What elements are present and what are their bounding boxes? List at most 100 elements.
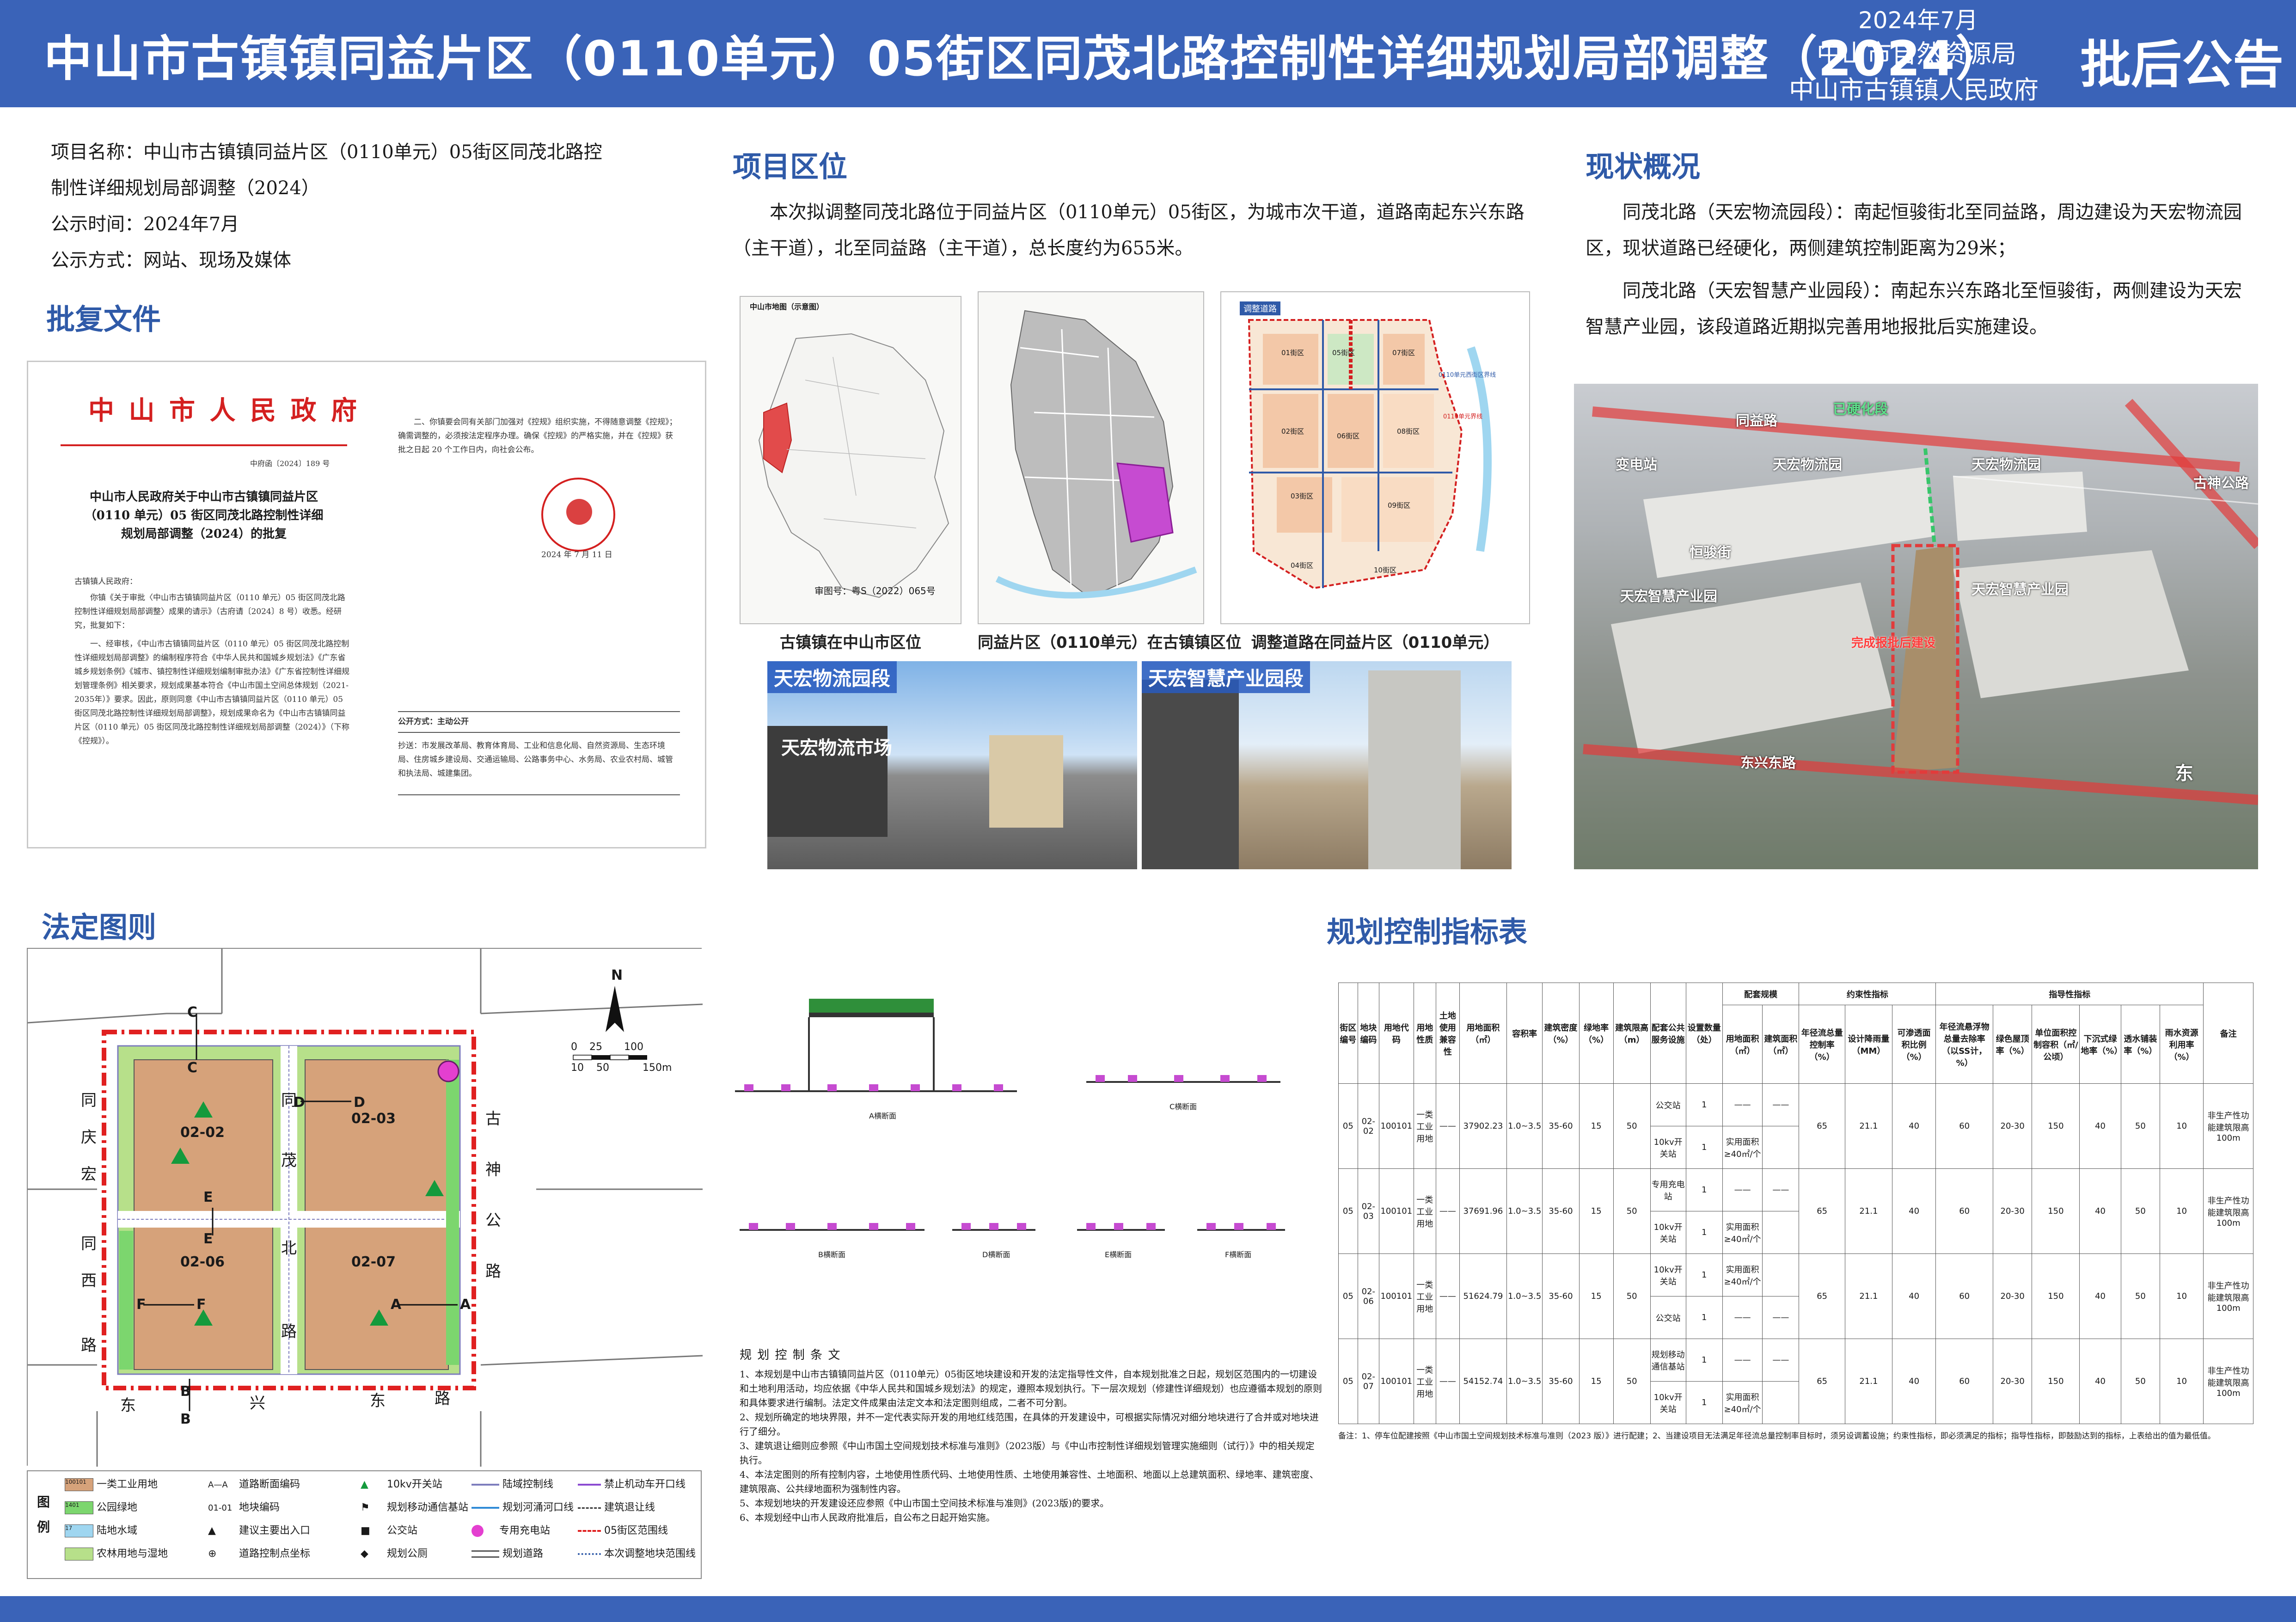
- cell-area: 51624.79: [1459, 1253, 1507, 1339]
- parcel-02-03[interactable]: 02-03: [351, 1111, 396, 1127]
- cell-facility-area: ——: [1722, 1083, 1763, 1126]
- photo2-label: 天宏智慧产业园段: [1142, 661, 1310, 693]
- map3-caption: 调整道路在同益片区（0110单元）: [1251, 633, 1500, 652]
- aerial-label-road-top: 同益路: [1736, 413, 1777, 429]
- cell-code: 02-07: [1357, 1339, 1380, 1424]
- cell-facility-area: 实用面积≥40㎡/个: [1722, 1126, 1763, 1169]
- project-method: 公示方式：网站、现场及媒体: [51, 250, 291, 271]
- cell-facility-count: 1: [1685, 1339, 1723, 1382]
- base-station-icon: ⚑: [361, 1502, 370, 1513]
- cell-far: 1.0~3.5: [1506, 1253, 1543, 1339]
- cell-vol: 150: [2032, 1168, 2080, 1254]
- cell-ss: 60: [1935, 1168, 1994, 1254]
- parcel-02-02[interactable]: 02-02: [180, 1124, 225, 1141]
- map1-graphic: [758, 333, 949, 598]
- cell-type: 一类工业用地: [1413, 1083, 1436, 1169]
- charging-station-icon: [471, 1525, 484, 1537]
- road-left-char-4: 同: [81, 1235, 97, 1253]
- photo1-building-shape: [989, 735, 1063, 828]
- doc-rule-1: [398, 711, 680, 712]
- cell-perm: 40: [1892, 1339, 1936, 1424]
- cell-roof: 20-30: [1993, 1253, 2033, 1339]
- map3-label-07: 07街区: [1392, 349, 1415, 357]
- bus-stop-icon: ■: [361, 1525, 370, 1536]
- section-mark-e1: E: [203, 1189, 213, 1205]
- project-name-line1: 项目名称：中山市古镇镇同益片区（0110单元）05街区同茂北路控: [51, 141, 602, 163]
- cell-facility-barea: [1762, 1381, 1800, 1424]
- legend-item-base-station: ⚑ 规划移动通信基站: [361, 1502, 469, 1513]
- cell-facility-area: ——: [1722, 1339, 1763, 1382]
- cell-note: 非生产性功能建筑限高100m: [2203, 1168, 2253, 1254]
- clause-1: 1、本规划是中山市古镇镇同益片区（0110单元）05街区地块建设和开发的法定指导…: [740, 1369, 1322, 1408]
- control-point-icon: ⊕: [208, 1548, 217, 1560]
- cell-facility-name: 专用充电站: [1650, 1168, 1686, 1211]
- doc-public-method: 公开方式：主动公开: [398, 717, 469, 726]
- group-binding: 约束性指标: [1799, 983, 1936, 1005]
- indicators-body: 05 02-02 100101 一类工业用地 —— 37902.23 1.0~3.5 35-6…: [1338, 1083, 2253, 1424]
- cell-note: 非生产性功能建筑限高100m: [2203, 1253, 2253, 1339]
- doc-cc: 抄送：市发展改革局、教育体育局、工业和信息化局、自然资源局、生态环境局、住房城乡…: [398, 741, 673, 778]
- section-f-label: F横断面: [1225, 1250, 1252, 1259]
- section-mark-d2: D: [354, 1094, 365, 1111]
- cell-sunken: 40: [2079, 1253, 2121, 1339]
- project-time: 公示时间：2024年7月: [51, 214, 239, 235]
- cell-height: 50: [1613, 1083, 1651, 1169]
- section-e-label: E横断面: [1105, 1250, 1132, 1259]
- seal-emblem-icon: [566, 499, 592, 525]
- header-date: 2024年7月: [1858, 7, 1978, 34]
- table-row: 05 02-03 100101 一类工业用地 —— 37691.96 1.0~3.5 35-6…: [1338, 1168, 2253, 1254]
- legend-item-charging: 专用充电站: [471, 1522, 550, 1537]
- legend-item-no-vehicle: 禁止机动车开口线: [578, 1476, 686, 1491]
- cell-block: 05: [1338, 1339, 1358, 1424]
- cell-note: 非生产性功能建筑限高100m: [2203, 1083, 2253, 1169]
- col-note: 备注: [2203, 983, 2253, 1084]
- aerial-label-road-bottom: 东兴东路: [1740, 755, 1796, 771]
- clause-6: 6、本规划经中山市人民政府批准后，自公布之日起开始实施。: [740, 1512, 995, 1523]
- col-fac-area: 用地面积（㎡）: [1722, 1005, 1763, 1084]
- legend-item-land-control: 陆域控制线: [471, 1476, 553, 1491]
- map-tongyi-area: 调整道路 01街区 05街区 07街区 02街区 06街区 08街区 03街区 …: [1220, 291, 1530, 624]
- map1-caption: 古镇镇在中山市区位: [780, 633, 921, 652]
- cell-far: 1.0~3.5: [1506, 1339, 1543, 1424]
- gov-letterhead: 中 山 市 人 民 政 府: [88, 395, 360, 426]
- cell-compat: ——: [1435, 1083, 1460, 1169]
- cell-perm: 40: [1892, 1253, 1936, 1339]
- cell-area: 37902.23: [1459, 1083, 1507, 1169]
- table-row: 05 02-07 100101 一类工业用地 —— 54152.74 1.0~3.5 35-6…: [1338, 1339, 2253, 1424]
- map3-label-10: 10街区: [1374, 566, 1397, 574]
- col-type: 用地性质: [1413, 983, 1436, 1084]
- footer-bar: [0, 1596, 2296, 1622]
- cell-sunken: 40: [2079, 1083, 2121, 1169]
- cell-vol: 150: [2032, 1339, 2080, 1424]
- cell-facility-barea: ——: [1762, 1296, 1800, 1339]
- toilet-icon: ◆: [361, 1548, 368, 1560]
- cell-facility-count: 1: [1685, 1253, 1723, 1296]
- doc-rule-3: [398, 794, 680, 795]
- cell-type: 一类工业用地: [1413, 1339, 1436, 1424]
- cell-height: 50: [1613, 1253, 1651, 1339]
- legend-grid: 100101 一类工业用地 1401 公园绿地 17 陆地水域 农林用地与湿地 …: [65, 1476, 696, 1575]
- cell-compat: ——: [1435, 1253, 1460, 1339]
- cell-facility-name: 10kv开关站: [1650, 1253, 1686, 1296]
- road-bottom-char-2: 兴: [250, 1394, 265, 1413]
- cell-facility-area: 实用面积≥40㎡/个: [1722, 1211, 1763, 1254]
- road-right-char-3: 公: [485, 1211, 501, 1230]
- section-d-label: D横断面: [982, 1250, 1010, 1259]
- cell-density: 35-60: [1542, 1083, 1580, 1169]
- cell-facility-name: 10kv开关站: [1650, 1126, 1686, 1169]
- aerial-label-logistics-2: 天宏物流园: [1971, 457, 2041, 473]
- parcel-02-07[interactable]: 02-07: [351, 1254, 396, 1270]
- parcel-02-06[interactable]: 02-06: [180, 1254, 225, 1270]
- map3-label-04: 04街区: [1291, 561, 1314, 570]
- indicators-footnote: 备注：1、停车位配建按照《中山市国土空间规划技术标准与准则（2023 版）》进行…: [1338, 1432, 2216, 1441]
- cell-roof: 20-30: [1993, 1083, 2033, 1169]
- table-row: 05 02-06 100101 一类工业用地 —— 51624.79 1.0~3.5 35-6…: [1338, 1253, 2253, 1339]
- cell-rain: 21.1: [1844, 1253, 1892, 1339]
- clauses-title: 规 划 控 制 条 文: [740, 1348, 841, 1362]
- col-facility: 配套公共服务设施: [1650, 983, 1686, 1084]
- cell-facility-area: 实用面积≥40㎡/个: [1722, 1381, 1763, 1424]
- col-ss: 年径流悬浮物总量去除率（以SS计，%）: [1935, 1005, 1994, 1084]
- map2-graphic: [995, 310, 1197, 599]
- col-land: 用地代码: [1379, 983, 1414, 1084]
- road-mid-char-4: 路: [281, 1322, 297, 1341]
